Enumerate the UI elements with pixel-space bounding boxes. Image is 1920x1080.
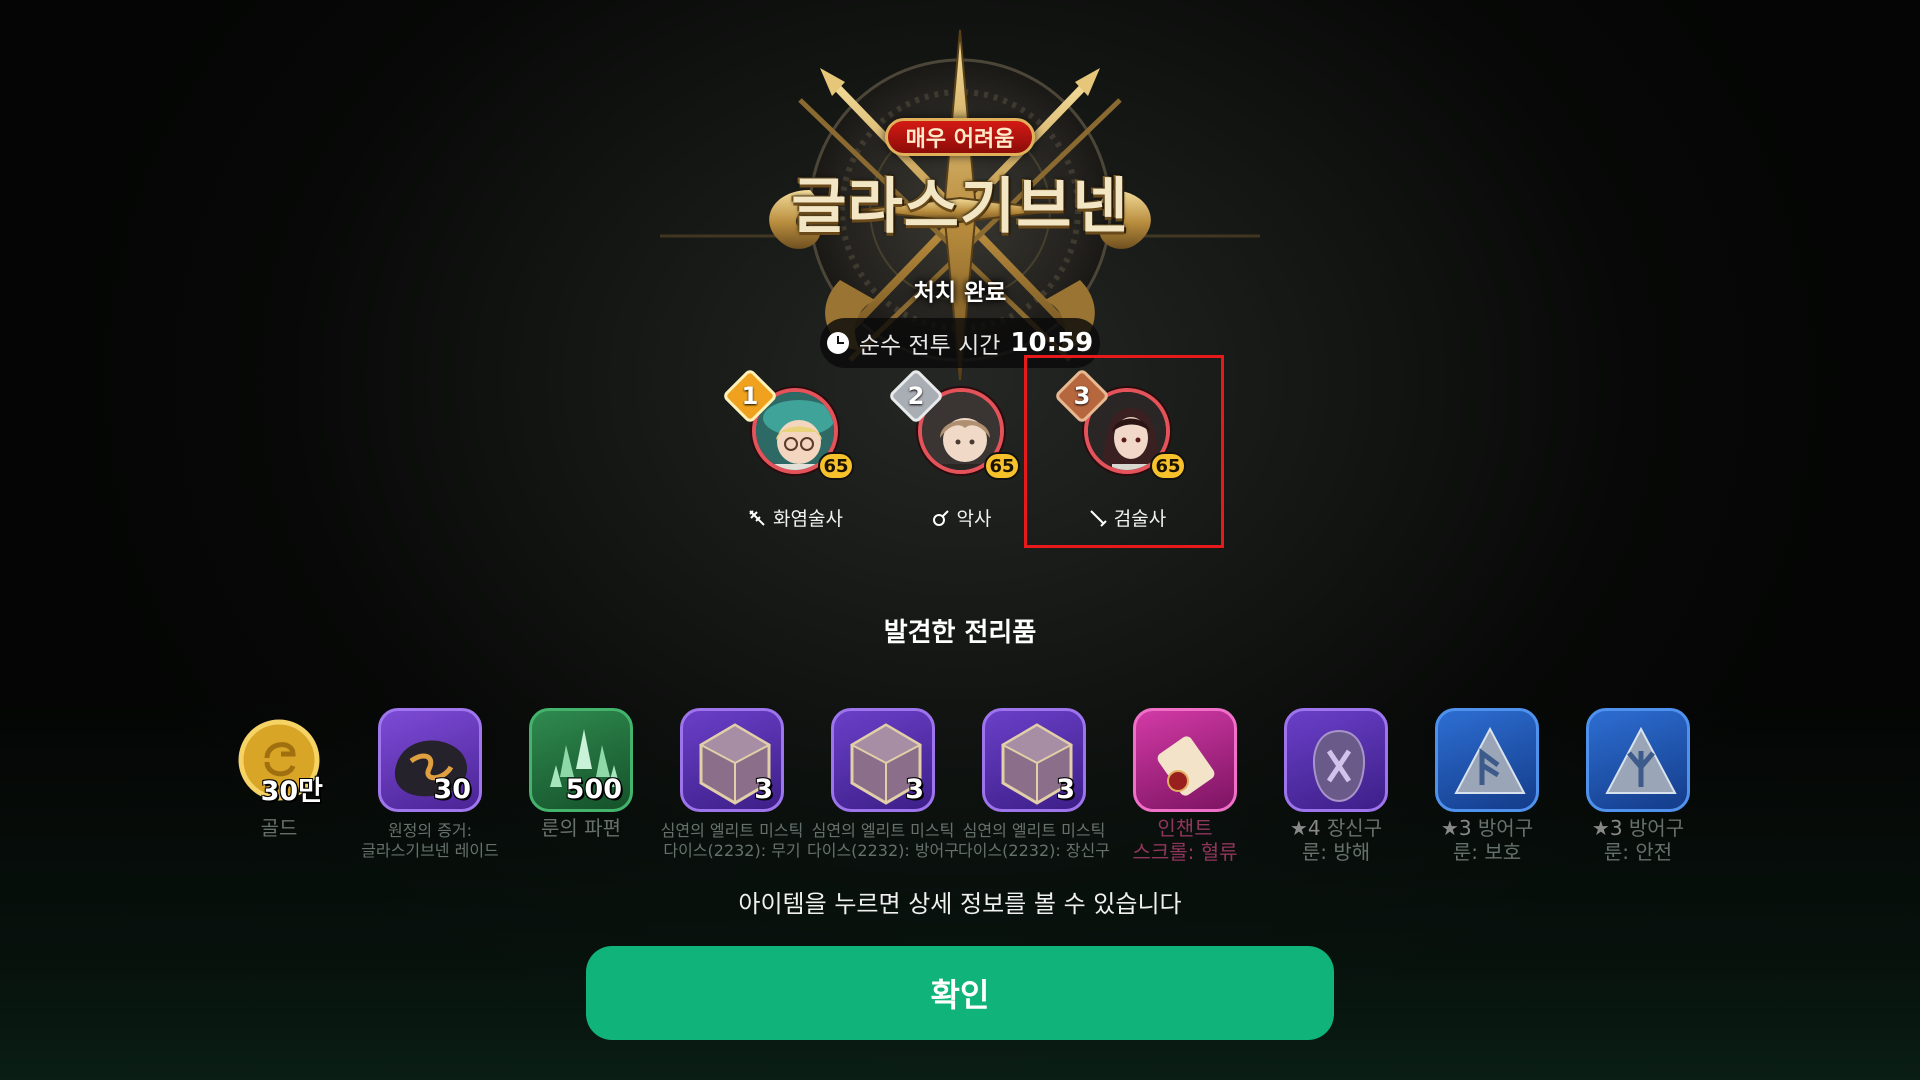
loot-name-line2: 룬: 안전 [1603, 840, 1673, 864]
loot-quantity: 3 [1056, 774, 1075, 805]
loot-name-line2: 스크롤: 혈류 [1132, 840, 1238, 864]
clock-icon [826, 332, 849, 354]
loot-name: 룬의 파편 [496, 816, 666, 840]
raid-proof-icon: 30 [378, 708, 482, 812]
loot-name-line2: 글라스기브넨 레이드 [361, 841, 499, 860]
loot-name-line1: 원정의 증거: [387, 821, 473, 840]
loot-name-line1: 심연의 엘리트 미스틱 [811, 821, 955, 840]
lute-icon [932, 509, 949, 526]
battle-time-value: 10:59 [1010, 328, 1094, 358]
level-badge: 65 [818, 452, 854, 480]
dice-icon: 3 [680, 708, 784, 812]
loot-name: ★3 방어구 룬: 보호 [1402, 816, 1572, 864]
level-badge: 65 [984, 452, 1020, 480]
blue-rune-icon [1586, 708, 1690, 812]
difficulty-badge: 매우 어려움 [885, 118, 1035, 156]
rank-number: 2 [907, 382, 925, 410]
star-grade: ★4 [1289, 816, 1321, 840]
loot-item-raid-proof[interactable]: 30 원정의 증거: 글라스기브넨 레이드 [355, 706, 505, 876]
star-grade: ★3 [1440, 816, 1472, 840]
loot-item-dice-weapon[interactable]: 3 심연의 엘리트 미스틱 다이스(2232): 무기 [657, 706, 807, 876]
fire-staff-icon [749, 509, 765, 526]
loot-quantity: 3 [905, 774, 924, 805]
loot-name: 인챈트 스크롤: 혈류 [1100, 816, 1270, 864]
party-member-2[interactable]: 2 65 악사 [886, 367, 1036, 540]
loot-item-armor-rune-protect[interactable]: ★3 방어구 룬: 보호 [1412, 706, 1562, 876]
loot-name-line1: 골드 [260, 816, 298, 840]
loot-item-rune-shard[interactable]: 500 룬의 파편 [506, 706, 656, 876]
class-row: 화염술사 [720, 504, 870, 531]
loot-name-line1: 심연의 엘리트 미스틱 [660, 821, 804, 840]
loot-heading: 발견한 전리품 [883, 618, 1037, 648]
loot-quantity: 3 [754, 774, 773, 805]
class-row: 악사 [886, 504, 1036, 531]
blue-rune-icon [1435, 708, 1539, 812]
boss-name: 글라스기브넨 [791, 172, 1129, 242]
loot-name-line1: 룬의 파편 [541, 816, 621, 840]
battle-time-label: 순수 전투 시간 [858, 333, 1001, 359]
loot-item-armor-rune-safety[interactable]: ★3 방어구 룬: 안전 [1563, 706, 1713, 876]
class-label: 악사 [956, 508, 992, 530]
dice-icon: 3 [982, 708, 1086, 812]
loot-name-line1: 인챈트 [1157, 816, 1213, 840]
item-detail-hint: 아이템을 누르면 상세 정보를 볼 수 있습니다 [738, 890, 1182, 918]
purple-rune-icon [1284, 708, 1388, 812]
rank-number: 1 [741, 382, 759, 410]
loot-quantity: 30 [433, 774, 471, 805]
loot-name-line2: 룬: 보호 [1452, 840, 1522, 864]
loot-name-line2: 룬: 방해 [1301, 840, 1371, 864]
loot-quantity: 30만 [260, 776, 323, 807]
loot-name: 원정의 증거: 글라스기브넨 레이드 [345, 821, 515, 861]
dice-icon: 3 [831, 708, 935, 812]
loot-name-line2: 다이스(2232): 무기 [663, 841, 801, 860]
loot-name-line2: 다이스(2232): 장신구 [958, 841, 1110, 860]
loot-item-dice-armor[interactable]: 3 심연의 엘리트 미스틱 다이스(2232): 방어구 [807, 706, 959, 876]
enchant-scroll-icon [1133, 708, 1237, 812]
loot-quantity: 500 [565, 774, 622, 805]
loot-name: ★4 장신구 룬: 방해 [1251, 816, 1421, 864]
loot-name: ★3 방어구 룬: 안전 [1553, 816, 1723, 864]
loot-item-enchant-scroll[interactable]: 인챈트 스크롤: 혈류 [1110, 706, 1260, 876]
loot-name-line1: 심연의 엘리트 미스틱 [962, 821, 1106, 840]
loot-name: 심연의 엘리트 미스틱 다이스(2232): 방어구 [798, 821, 968, 861]
loot-name-line1: 장신구 [1320, 816, 1383, 840]
gold-coin-icon: 30만 [227, 708, 331, 812]
rune-shard-icon: 500 [529, 708, 633, 812]
loot-name-line2: 다이스(2232): 방어구 [807, 841, 959, 860]
loot-name-line1: 방어구 [1622, 816, 1685, 840]
loot-name: 심연의 엘리트 미스틱 다이스(2232): 무기 [647, 821, 817, 861]
loot-name: 심연의 엘리트 미스틱 다이스(2232): 장신구 [949, 821, 1119, 861]
highlight-box [1024, 355, 1224, 548]
star-grade: ★3 [1591, 816, 1623, 840]
confirm-button[interactable]: 확인 [586, 946, 1334, 1040]
loot-name: 골드 [194, 816, 364, 840]
loot-item-accessory-rune[interactable]: ★4 장신구 룬: 방해 [1261, 706, 1411, 876]
party-member-1[interactable]: 1 65 화염술사 [720, 367, 870, 540]
loot-item-gold[interactable]: 30만 골드 [204, 706, 354, 876]
defeat-status: 처치 완료 [913, 280, 1007, 306]
loot-name-line1: 방어구 [1471, 816, 1534, 840]
class-label: 화염술사 [773, 508, 843, 530]
loot-item-dice-accessory[interactable]: 3 심연의 엘리트 미스틱 다이스(2232): 장신구 [958, 706, 1110, 876]
